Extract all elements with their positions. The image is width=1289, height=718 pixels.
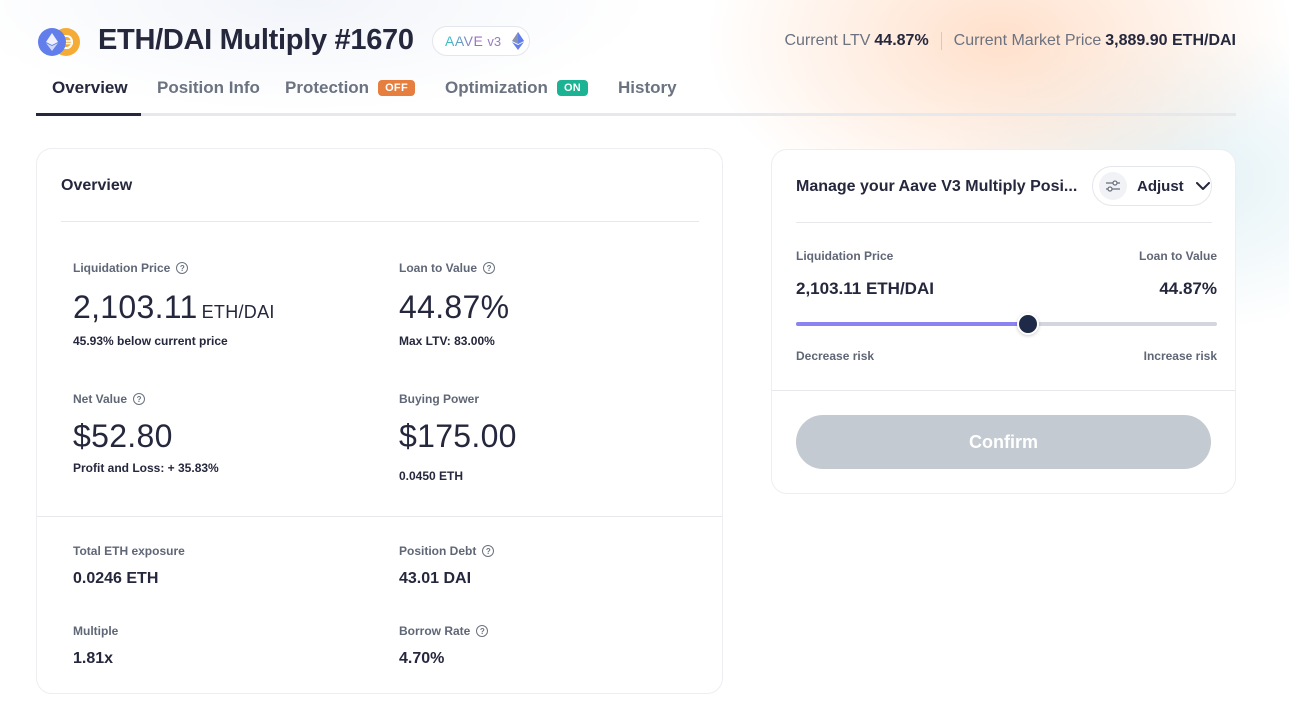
help-icon[interactable]: ? [476, 625, 489, 637]
manage-title: Manage your Aave V3 Multiply Posi... [796, 178, 1078, 195]
position-debt-label: Position Debt [399, 544, 477, 558]
tab-protection[interactable]: Protection OFF [285, 78, 415, 116]
header-stats: Current LTV 44.87% Current Market Price … [784, 32, 1236, 50]
slider-liquidation-price-value: 2,103.11 ETH/DAI [796, 279, 934, 298]
tab-label: History [618, 78, 677, 97]
liquidation-price-unit: ETH/DAI [201, 302, 275, 322]
tab-optimization[interactable]: Optimization ON [445, 78, 589, 116]
market-price-value: 3,889.90 ETH/DAI [1105, 32, 1236, 49]
borrow-rate-stat: Borrow Rate ? 4.70% [399, 624, 489, 668]
divider [772, 390, 1235, 391]
page-title: ETH/DAI Multiply #1670 [98, 24, 414, 56]
loan-to-value-label: Loan to Value [399, 261, 478, 275]
chevron-down-icon [1195, 181, 1210, 190]
buying-power-eth: 0.0450 ETH [399, 469, 464, 483]
help-icon[interactable]: ? [133, 393, 146, 405]
protocol-version: v3 [487, 33, 502, 49]
slider-liquidation-price-label: Liquidation Price [796, 249, 894, 263]
loan-to-value-value: 44.87% [399, 289, 510, 325]
current-ltv-value: 44.87% [874, 32, 929, 49]
sliders-icon [1099, 172, 1127, 200]
help-icon[interactable]: ? [482, 545, 495, 557]
manage-position-card: Manage your Aave V3 Multiply Posi... Adj… [771, 149, 1236, 494]
liquidation-price-label: Liquidation Price [73, 261, 171, 275]
eth-icon [38, 28, 66, 56]
divider [796, 222, 1212, 223]
total-exposure-stat: Total ETH exposure 0.0246 ETH [73, 544, 185, 588]
position-header: ETH/DAI Multiply #1670 AAVE v3 Current L… [36, 22, 1236, 62]
tab-bar: Overview Position Info Protection OFF Op… [36, 72, 1236, 116]
overview-card: Overview Liquidation Price ? 2,103.11 ETH… [36, 148, 723, 694]
tab-position-info[interactable]: Position Info [157, 78, 260, 116]
divider [940, 32, 942, 50]
adjust-dropdown-button[interactable]: Adjust [1092, 166, 1212, 206]
net-value-stat: Net Value ? $52.80 Profit and Loss: + 35… [73, 392, 219, 475]
borrow-rate-label: Borrow Rate [399, 624, 471, 638]
protocol-badge: AAVE v3 [432, 26, 530, 56]
tab-label: Position Info [157, 78, 260, 97]
confirm-button[interactable]: Confirm [796, 415, 1211, 469]
tab-label: Optimization [445, 78, 548, 97]
profit-and-loss: Profit and Loss: + 35.83% [73, 461, 219, 475]
divider [37, 516, 722, 517]
buying-power-label: Buying Power [399, 392, 480, 406]
borrow-rate-value: 4.70% [399, 650, 445, 667]
slider-ltv-value: 44.87% [1159, 279, 1217, 298]
tab-label: Overview [52, 78, 128, 97]
net-value-value: $52.80 [73, 418, 173, 454]
position-debt-value: 43.01 DAI [399, 570, 472, 587]
protection-status-badge: OFF [378, 80, 415, 96]
multiple-value: 1.81x [73, 650, 114, 667]
ethereum-network-icon [512, 32, 525, 50]
total-exposure-value: 0.0246 ETH [73, 570, 159, 587]
tab-overview[interactable]: Overview [52, 78, 128, 116]
tab-history[interactable]: History [618, 78, 677, 116]
current-ltv-label: Current LTV [784, 32, 871, 49]
net-value-label: Net Value [73, 392, 128, 406]
divider [61, 221, 699, 222]
protocol-name: AAVE [445, 33, 484, 49]
loan-to-value-stat: Loan to Value ? 44.87% Max LTV: 83.00% [399, 261, 509, 348]
slider-fill [796, 322, 1028, 326]
slider-ltv-label: Loan to Value [1138, 249, 1217, 263]
help-icon[interactable]: ? [483, 262, 496, 274]
slider-thumb[interactable] [1016, 313, 1039, 335]
multiple-label: Multiple [73, 624, 119, 638]
decrease-risk-label: Decrease risk [796, 349, 875, 363]
market-price-label: Current Market Price [953, 32, 1102, 49]
active-tab-indicator [36, 113, 141, 116]
optimization-status-badge: ON [556, 80, 589, 96]
position-debt-stat: Position Debt ? 43.01 DAI [399, 544, 495, 588]
buying-power-stat: Buying Power $175.00 0.0450 ETH [399, 392, 517, 483]
max-ltv: Max LTV: 83.00% [399, 334, 495, 348]
total-exposure-label: Total ETH exposure [73, 544, 185, 558]
liquidation-price-stat: Liquidation Price ? 2,103.11 ETH/DAI 45.9… [73, 261, 275, 348]
risk-slider[interactable] [796, 313, 1217, 335]
help-icon[interactable]: ? [176, 262, 189, 274]
tab-label: Protection [285, 78, 370, 97]
token-pair-icons [38, 28, 82, 56]
liquidation-price-sub: 45.93% below current price [73, 334, 228, 348]
multiple-stat: Multiple 1.81x [73, 624, 118, 668]
overview-title: Overview [61, 177, 133, 194]
adjust-label: Adjust [1137, 177, 1184, 195]
liquidation-price-value: 2,103.11 [73, 289, 198, 325]
buying-power-value: $175.00 [399, 418, 517, 454]
increase-risk-label: Increase risk [1143, 349, 1217, 363]
